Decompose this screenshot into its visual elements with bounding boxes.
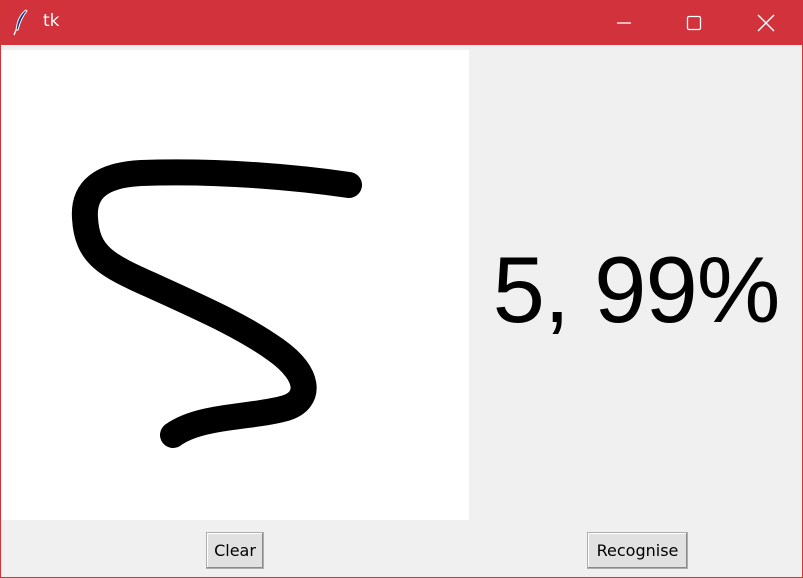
app-window: tk 5, 99% Clear Recognise bbox=[0, 0, 803, 578]
window-title: tk bbox=[43, 11, 60, 31]
drawing-canvas[interactable] bbox=[1, 50, 469, 520]
prediction-label: 5, 99% bbox=[492, 237, 781, 342]
feather-icon bbox=[11, 8, 31, 36]
minimize-button[interactable] bbox=[589, 0, 659, 45]
minimize-icon bbox=[616, 15, 632, 31]
title-bar[interactable]: tk bbox=[1, 0, 803, 45]
maximize-icon bbox=[686, 15, 702, 31]
digit-stroke bbox=[71, 159, 362, 448]
close-icon bbox=[757, 14, 775, 32]
maximize-button[interactable] bbox=[659, 0, 729, 45]
close-button[interactable] bbox=[731, 0, 801, 45]
recognise-button[interactable]: Recognise bbox=[587, 532, 688, 569]
clear-button[interactable]: Clear bbox=[206, 532, 264, 569]
